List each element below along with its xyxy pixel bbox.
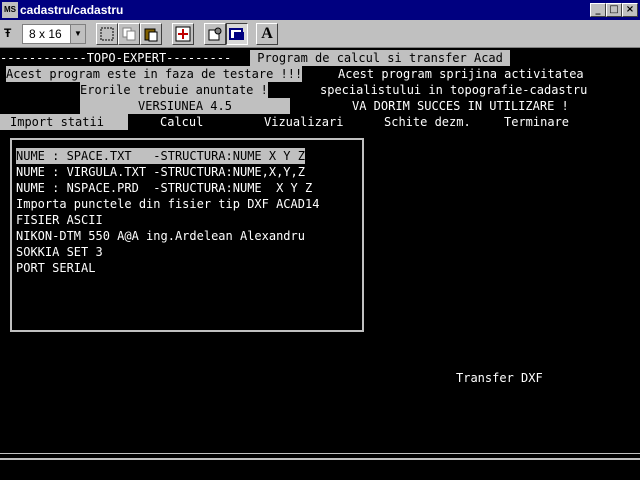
header-success: VA DORIM SUCCES IN UTILIZARE ! bbox=[352, 99, 569, 113]
header-errors: Erorile trebuie anuntate ! bbox=[80, 82, 268, 98]
header-support: Acest program sprijina activitatea bbox=[338, 67, 584, 81]
list-item-dxf[interactable]: Importa punctele din fisier tip DXF ACAD… bbox=[16, 196, 319, 212]
list-item-nspace[interactable]: NUME : NSPACE.PRD -STRUCTURA:NUME X Y Z bbox=[16, 180, 312, 196]
list-item-space[interactable]: NUME : SPACE.TXT -STRUCTURA:NUME X Y Z bbox=[16, 148, 305, 164]
menu-vizualizari[interactable]: Vizualizari bbox=[264, 114, 343, 130]
font-size-value: 8 x 16 bbox=[29, 27, 62, 41]
font-button[interactable]: A bbox=[256, 23, 278, 45]
copy-icon[interactable] bbox=[118, 23, 140, 45]
console-screen: ------------TOPO-EXPERT--------- Program… bbox=[0, 48, 640, 453]
status-bar bbox=[0, 453, 640, 480]
list-item-sokkia[interactable]: SOKKIA SET 3 bbox=[16, 244, 103, 260]
chevron-down-icon[interactable]: ▼ bbox=[70, 25, 85, 43]
menu-import-statii[interactable]: Import statii bbox=[0, 114, 128, 130]
menu-terminare[interactable]: Terminare bbox=[504, 114, 569, 130]
list-item-nikon[interactable]: NIKON-DTM 550 A@A ing.Ardelean Alexandru bbox=[16, 228, 305, 244]
fullscreen-icon[interactable] bbox=[172, 23, 194, 45]
list-item-virgula[interactable]: NUME : VIRGULA.TXT -STRUCTURA:NUME,X,Y,Z bbox=[16, 164, 305, 180]
font-size-select[interactable]: 8 x 16 ▼ bbox=[22, 24, 86, 44]
close-button[interactable]: × bbox=[622, 3, 638, 17]
menu-schite-dezm[interactable]: Schite dezm. bbox=[384, 114, 471, 130]
paste-icon[interactable] bbox=[140, 23, 162, 45]
properties-icon[interactable] bbox=[204, 23, 226, 45]
list-item-ascii[interactable]: FISIER ASCII bbox=[16, 212, 103, 228]
menu-calcul[interactable]: Calcul bbox=[160, 114, 203, 130]
status-message: Transfer DXF bbox=[456, 371, 543, 385]
header-version: VERSIUNEA 4.5 bbox=[80, 98, 290, 114]
title-bar[interactable]: MS cadastru/cadastru _ □ × bbox=[0, 0, 640, 20]
maximize-button[interactable]: □ bbox=[606, 3, 622, 17]
minimize-button[interactable]: _ bbox=[590, 3, 606, 17]
background-icon[interactable] bbox=[226, 23, 248, 45]
header-program: Program de calcul si transfer Acad bbox=[250, 50, 511, 66]
list-item-port-serial[interactable]: PORT SERIAL bbox=[16, 260, 95, 276]
window-title: cadastru/cadastru bbox=[20, 3, 124, 17]
app-icon[interactable]: MS bbox=[2, 2, 18, 18]
toolbar: Ŧ 8 x 16 ▼ A bbox=[0, 20, 640, 48]
font-size-icon: Ŧ bbox=[4, 26, 12, 40]
import-submenu: NUME : SPACE.TXT -STRUCTURA:NUME X Y Z N… bbox=[10, 138, 364, 332]
header-title: ------------TOPO-EXPERT--------- bbox=[0, 51, 232, 65]
mark-icon[interactable] bbox=[96, 23, 118, 45]
status-divider bbox=[0, 458, 640, 460]
header-warning: Acest program este in faza de testare !!… bbox=[6, 66, 303, 82]
header-specialist: specialistului in topografie-cadastru bbox=[320, 83, 588, 97]
